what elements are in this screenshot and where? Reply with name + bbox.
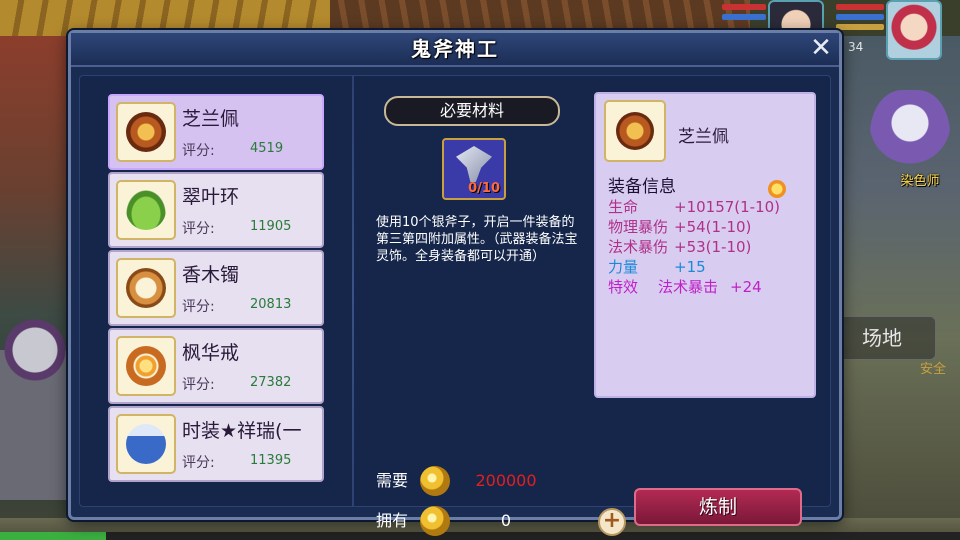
- bracelet-icon: [126, 268, 166, 308]
- stat-line: 力量 +15: [608, 258, 706, 276]
- stat-key: 生命: [608, 198, 639, 216]
- experience-fill: [0, 532, 106, 540]
- dialog-body: 芝兰佩 评分: 4519 翠叶环 评分: 11905 香木镯 评分: 20813…: [79, 75, 831, 536]
- material-count: 0/10: [468, 181, 500, 196]
- player-level: 34: [848, 40, 864, 54]
- pet-status-bars: [722, 0, 766, 20]
- arena-button[interactable]: 场地: [828, 316, 936, 360]
- score-value: 4519: [250, 141, 284, 156]
- stat-key: 法术暴伤: [608, 238, 669, 256]
- score-label: 评分:: [182, 143, 215, 159]
- player-portrait[interactable]: [886, 0, 942, 60]
- dialog-titlebar: 鬼斧神工 ✕: [71, 33, 839, 67]
- equipment-name: 翠叶环: [182, 186, 240, 208]
- score-value: 27382: [250, 375, 292, 390]
- equipment-item[interactable]: 枫华戒 评分: 27382: [108, 328, 324, 404]
- player-status-bars: [836, 0, 884, 30]
- equipment-item[interactable]: 香木镯 评分: 20813: [108, 250, 324, 326]
- ring-icon: [126, 346, 166, 386]
- equipment-name: 芝兰佩: [182, 108, 240, 130]
- ghost-axe-dialog: 鬼斧神工 ✕ 芝兰佩 评分: 4519 翠叶环 评分: 11905 香木镯 评分…: [68, 30, 842, 536]
- pet-hp-bar: [722, 4, 766, 10]
- equipment-icon-frame: [116, 102, 176, 162]
- need-label: 需要: [376, 471, 409, 490]
- equipment-name: 香木镯: [182, 264, 240, 286]
- score-label: 评分:: [182, 377, 215, 393]
- equipment-icon-frame: [116, 258, 176, 318]
- gem-icon[interactable]: [768, 180, 786, 198]
- stat-line: 特效 法术暴击 +24: [608, 278, 762, 296]
- equipment-icon-frame: [116, 414, 176, 474]
- stat-extra: +24: [730, 278, 762, 296]
- have-label: 拥有: [376, 511, 409, 530]
- stat-value: 法术暴击: [658, 278, 719, 296]
- score-value: 11395: [250, 453, 292, 468]
- need-value: 200000: [475, 471, 537, 490]
- stat-key: 特效: [608, 278, 639, 296]
- equipment-list[interactable]: 芝兰佩 评分: 4519 翠叶环 评分: 11905 香木镯 评分: 20813…: [108, 94, 324, 484]
- gold-coin-icon: [420, 466, 450, 496]
- equipment-icon-frame: [116, 180, 176, 240]
- equipment-icon-frame: [116, 336, 176, 396]
- score-label: 评分:: [182, 221, 215, 237]
- stat-key: 力量: [608, 258, 639, 276]
- score-label: 评分:: [182, 455, 215, 471]
- masked-npc-figure[interactable]: [0, 300, 70, 500]
- equipment-name: 枫华戒: [182, 342, 240, 364]
- stat-value: +10157(1-10): [674, 198, 781, 216]
- stat-line: 法术暴伤 +53(1-10): [608, 238, 751, 256]
- equipment-info-title: 装备信息: [608, 177, 676, 197]
- score-value: 11905: [250, 219, 292, 234]
- stat-value: +54(1-10): [674, 218, 752, 236]
- stat-key: 物理暴伤: [608, 218, 669, 236]
- stat-line: 物理暴伤 +54(1-10): [608, 218, 751, 236]
- player-hp-bar: [836, 4, 884, 10]
- safe-zone-label: 安全: [920, 362, 947, 377]
- equipment-item[interactable]: 翠叶环 评分: 11905: [108, 172, 324, 248]
- player-anger-bar: [836, 24, 884, 30]
- cost-have-row: 拥有 0: [376, 506, 511, 536]
- equipment-item[interactable]: 时装★祥瑞(一 评分: 11395: [108, 406, 324, 482]
- detail-item-name: 芝兰佩: [678, 127, 729, 147]
- material-description: 使用10个银斧子，开启一件装备的第三第四附加属性。（武器装备法宝灵饰。全身装备都…: [376, 215, 578, 264]
- pet-mp-bar: [722, 14, 766, 20]
- score-value: 20813: [250, 297, 292, 312]
- equipment-detail-panel: 芝兰佩 装备信息 生命 +10157(1-10) 物理暴伤 +54(1-10) 法术…: [594, 92, 816, 398]
- equipment-name: 时装★祥瑞(一: [182, 420, 302, 442]
- detail-item-icon: [604, 100, 666, 162]
- column-divider: [352, 76, 354, 506]
- have-value: 0: [500, 511, 512, 530]
- craft-button[interactable]: 炼制: [634, 488, 802, 526]
- npc-name-label: 染色师: [900, 174, 940, 189]
- stat-value: +15: [674, 258, 706, 276]
- silver-axe-icon: [456, 146, 492, 182]
- pendant-icon: [616, 112, 654, 150]
- add-gold-button[interactable]: +: [598, 508, 626, 536]
- fashion-icon: [126, 424, 166, 464]
- cost-need-row: 需要 200000: [376, 466, 537, 496]
- stat-line: 生命 +10157(1-10): [608, 198, 780, 216]
- score-label: 评分:: [182, 299, 215, 315]
- player-mp-bar: [836, 14, 884, 20]
- required-materials-header: 必要材料: [384, 96, 560, 126]
- pendant-icon: [126, 112, 166, 152]
- leaf-icon: [126, 190, 166, 230]
- dialog-title: 鬼斧神工: [411, 37, 499, 61]
- close-button[interactable]: ✕: [807, 35, 835, 63]
- gold-coin-icon: [420, 506, 450, 536]
- material-slot[interactable]: 0/10: [442, 138, 506, 200]
- stat-value: +53(1-10): [674, 238, 752, 256]
- equipment-item[interactable]: 芝兰佩 评分: 4519: [108, 94, 324, 170]
